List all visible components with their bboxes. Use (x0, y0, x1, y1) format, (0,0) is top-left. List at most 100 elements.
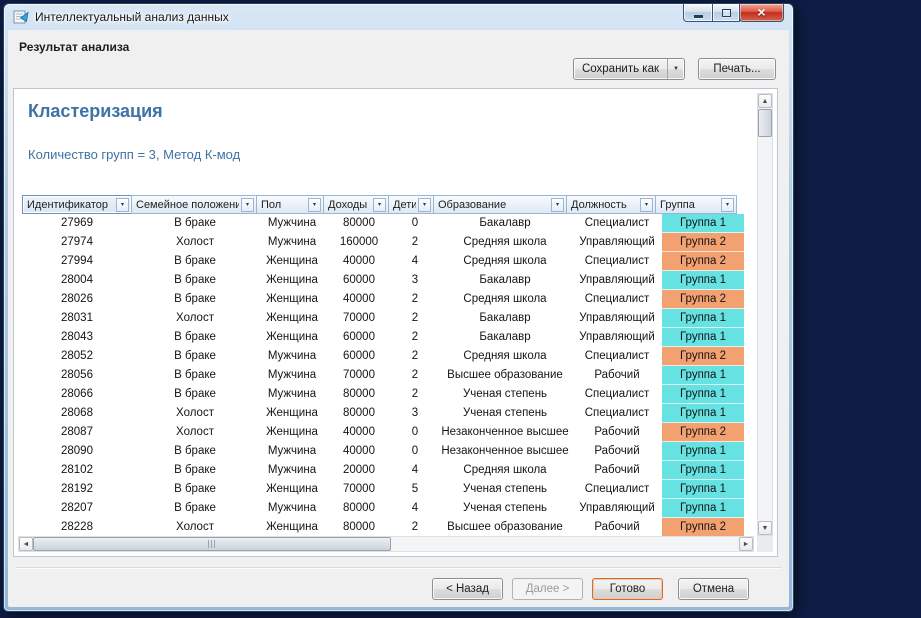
group-badge: Группа 1 (662, 480, 744, 499)
column-header-0[interactable]: Идентификатор▾ (22, 195, 132, 214)
scroll-left-button[interactable]: ◄ (19, 537, 33, 551)
finish-button[interactable]: Готово (592, 578, 663, 600)
minimize-button[interactable] (683, 3, 713, 22)
table-cell: 4 (392, 499, 438, 518)
table-cell: В браке (132, 385, 258, 404)
column-header-3[interactable]: Доходы▾ (323, 195, 389, 214)
table-cell: Женщина (258, 480, 326, 499)
column-filter-button[interactable]: ▾ (418, 198, 431, 212)
column-header-6[interactable]: Должность▾ (566, 195, 656, 214)
column-header-4[interactable]: Дети▾ (388, 195, 434, 214)
table-cell: 28004 (22, 271, 132, 290)
page-title: Результат анализа (19, 40, 129, 54)
table-row[interactable]: 28087ХолостЖенщина400000Незаконченное вы… (22, 423, 744, 442)
group-badge: Группа 2 (662, 518, 744, 537)
horizontal-scrollbar[interactable]: ◄ ► (18, 536, 754, 552)
column-filter-button[interactable]: ▾ (308, 198, 321, 212)
table-cell: Специалист (572, 385, 662, 404)
maximize-button[interactable] (712, 3, 740, 22)
scroll-right-button[interactable]: ► (739, 537, 753, 551)
column-header-2[interactable]: Пол▾ (256, 195, 324, 214)
table-cell: Мужчина (258, 233, 326, 252)
table-cell: Средняя школа (438, 233, 572, 252)
cluster-subheading: Количество групп = 3, Метод К-мод (28, 147, 240, 162)
table-cell: 28031 (22, 309, 132, 328)
table-row[interactable]: 28043В бракеЖенщина600002БакалаврУправля… (22, 328, 744, 347)
table-row[interactable]: 27969В бракеМужчина800000БакалаврСпециал… (22, 214, 744, 233)
table-row[interactable]: 28068ХолостЖенщина800003Ученая степеньСп… (22, 404, 744, 423)
titlebar[interactable]: Интеллектуальный анализ данных × (4, 4, 793, 29)
column-filter-button[interactable]: ▾ (241, 198, 254, 212)
table-cell: Мужчина (258, 461, 326, 480)
group-badge: Группа 2 (662, 252, 744, 271)
table-cell: Рабочий (572, 518, 662, 537)
app-icon (13, 9, 29, 25)
scrollbar-corner (757, 536, 773, 552)
table-cell: Специалист (572, 252, 662, 271)
table-cell: В браке (132, 271, 258, 290)
column-header-label: Дети (393, 199, 416, 211)
close-button[interactable]: × (739, 3, 784, 22)
table-cell: Специалист (572, 404, 662, 423)
table-cell: Средняя школа (438, 252, 572, 271)
table-row[interactable]: 28026В бракеЖенщина400002Средняя школаСп… (22, 290, 744, 309)
table-row[interactable]: 28192В бракеЖенщина700005Ученая степеньС… (22, 480, 744, 499)
table-cell: 2 (392, 290, 438, 309)
table-cell: Женщина (258, 290, 326, 309)
table-row[interactable]: 28090В бракеМужчина400000Незаконченное в… (22, 442, 744, 461)
table-row[interactable]: 28056В бракеМужчина700002Высшее образова… (22, 366, 744, 385)
table-row[interactable]: 27974ХолостМужчина1600002Средняя школаУп… (22, 233, 744, 252)
table-cell: Холост (132, 233, 258, 252)
save-as-button[interactable]: Сохранить как ▼ (573, 58, 685, 80)
column-filter-button[interactable]: ▾ (721, 198, 734, 212)
cancel-button[interactable]: Отмена (678, 578, 749, 600)
table-cell: Женщина (258, 328, 326, 347)
table-cell: 2 (392, 518, 438, 537)
table-cell: 40000 (326, 423, 392, 442)
group-badge: Группа 2 (662, 423, 744, 442)
column-header-7[interactable]: Группа▾ (655, 195, 737, 214)
table-cell: 2 (392, 233, 438, 252)
vertical-scrollbar[interactable]: ▲ ▼ (757, 93, 773, 536)
group-badge: Группа 1 (662, 328, 744, 347)
column-filter-button[interactable]: ▾ (373, 198, 386, 212)
table-cell: Незаконченное высшее (438, 423, 572, 442)
print-button[interactable]: Печать... (698, 58, 776, 80)
column-header-5[interactable]: Образование ▾ (433, 195, 567, 214)
column-filter-button[interactable]: ▾ (116, 198, 129, 212)
table-row[interactable]: 28228ХолостЖенщина800002Высшее образован… (22, 518, 744, 537)
group-badge: Группа 1 (662, 404, 744, 423)
scroll-down-button[interactable]: ▼ (758, 521, 772, 535)
table-row[interactable]: 28066В бракеМужчина800002Ученая степеньС… (22, 385, 744, 404)
horizontal-scroll-thumb[interactable] (33, 537, 391, 551)
table-cell: Управляющий (572, 309, 662, 328)
table-row[interactable]: 28031ХолостЖенщина700002БакалаврУправляю… (22, 309, 744, 328)
table-row[interactable]: 28102В бракеМужчина200004Средняя школаРа… (22, 461, 744, 480)
table-row[interactable]: 28207В бракеМужчина800004Ученая степеньУ… (22, 499, 744, 518)
table-cell: Мужчина (258, 499, 326, 518)
column-filter-button[interactable]: ▾ (640, 198, 653, 212)
table-cell: Женщина (258, 518, 326, 537)
scroll-up-button[interactable]: ▲ (758, 94, 772, 108)
column-header-label: Образование (438, 199, 506, 211)
save-as-dropdown[interactable]: ▼ (667, 59, 684, 79)
table-cell: Бакалавр (438, 309, 572, 328)
table-cell: 27974 (22, 233, 132, 252)
table-cell: 28068 (22, 404, 132, 423)
column-filter-button[interactable]: ▾ (551, 198, 564, 212)
column-header-1[interactable]: Семейное положение▾ (131, 195, 257, 214)
table-row[interactable]: 28004В бракеЖенщина600003БакалаврУправля… (22, 271, 744, 290)
minimize-icon (694, 15, 703, 18)
up-arrow-icon: ▲ (762, 98, 769, 105)
table-cell: 80000 (326, 214, 392, 233)
table-row[interactable]: 27994В бракеЖенщина400004Средняя школаСп… (22, 252, 744, 271)
table-row[interactable]: 28052В бракеМужчина600002Средняя школаСп… (22, 347, 744, 366)
save-as-label: Сохранить как (574, 63, 667, 75)
vertical-scroll-thumb[interactable] (758, 109, 772, 137)
table-cell: 3 (392, 271, 438, 290)
back-button[interactable]: < Назад (432, 578, 503, 600)
group-badge: Группа 1 (662, 309, 744, 328)
group-badge: Группа 1 (662, 442, 744, 461)
table-cell: 28056 (22, 366, 132, 385)
table-cell: В браке (132, 480, 258, 499)
